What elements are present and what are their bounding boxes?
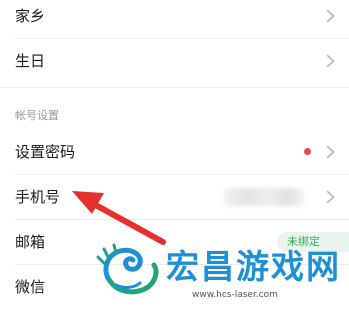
red-dot-icon — [304, 148, 311, 155]
section-title-account: 帐号设置 — [15, 109, 59, 122]
section-header-account: 帐号设置 — [0, 86, 349, 128]
row-label-hometown: 家乡 — [15, 7, 46, 25]
row-label-wechat: 微信 — [15, 278, 46, 296]
row-hometown[interactable]: 家乡 — [0, 0, 349, 38]
row-label-set-password: 设置密码 — [15, 143, 76, 161]
chevron-right-icon — [326, 190, 335, 204]
row-email[interactable]: 邮箱 未绑定 — [0, 220, 349, 264]
chevron-right-icon — [326, 9, 335, 23]
row-label-email: 邮箱 — [15, 233, 46, 251]
row-phone[interactable]: 手机号 — [0, 175, 349, 219]
row-set-password[interactable]: 设置密码 — [0, 130, 349, 174]
chevron-right-icon — [326, 145, 335, 159]
row-label-phone: 手机号 — [15, 188, 61, 206]
chevron-right-icon — [326, 54, 335, 68]
phone-value-blurred — [224, 188, 304, 206]
email-unbound-badge[interactable]: 未绑定 — [277, 232, 349, 252]
row-birthday[interactable]: 生日 — [0, 39, 349, 83]
row-label-birthday: 生日 — [15, 52, 46, 70]
row-wechat[interactable]: 微信 — [0, 265, 349, 309]
divider — [0, 87, 349, 88]
